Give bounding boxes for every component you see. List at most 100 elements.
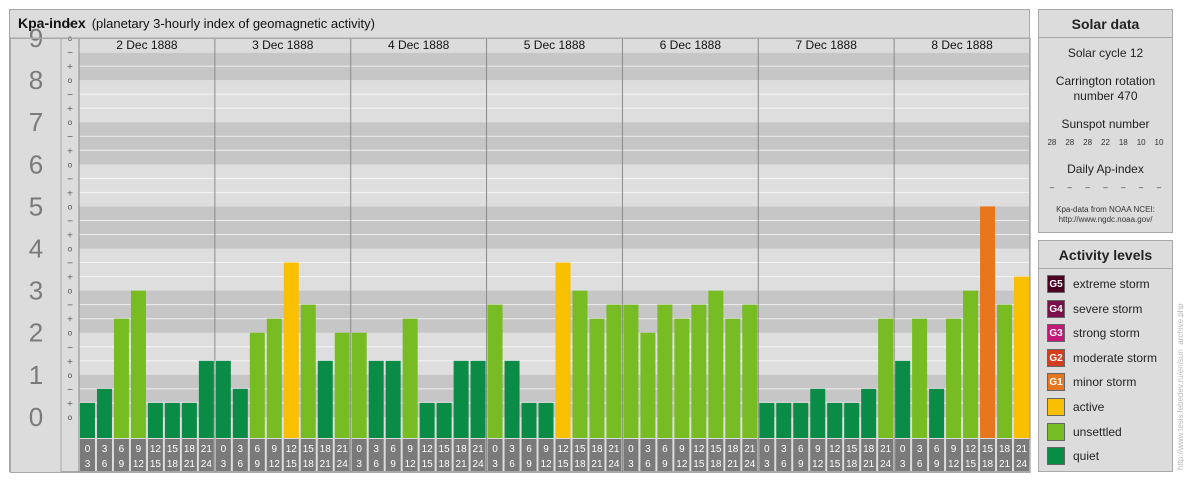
hour-label-start: 15	[846, 444, 858, 455]
hour-label-end: 6	[781, 459, 787, 470]
hour-label-start: 21	[1016, 444, 1028, 455]
hour-label-end: 18	[982, 459, 994, 470]
legend-item: unsettled	[1047, 422, 1122, 441]
legend-swatch: G3	[1047, 324, 1065, 343]
kp-bar	[623, 304, 639, 438]
hour-label-end: 3	[221, 459, 227, 470]
minor-label: −	[67, 90, 74, 99]
minor-label: −	[67, 385, 74, 394]
hour-label-end: 24	[1016, 459, 1028, 470]
hour-label-start: 21	[473, 444, 485, 455]
solar-data-title: Solar data	[1039, 10, 1172, 38]
hour-label-start: 6	[662, 444, 668, 455]
legend-swatch: G2	[1047, 348, 1065, 367]
kp-bar	[80, 402, 95, 438]
y-tick-label: 1	[29, 360, 43, 390]
kp-bar	[776, 402, 792, 438]
ap-value: –	[1156, 183, 1162, 192]
ap-index-values: – – – – – – –	[1043, 183, 1168, 192]
kp-bar	[283, 262, 299, 438]
legend-swatch: G5	[1047, 275, 1065, 293]
kp-bar	[606, 304, 622, 438]
kp-bar	[997, 304, 1013, 438]
kp-bar	[657, 304, 673, 438]
kp-bar	[181, 402, 197, 438]
kp-bar	[555, 262, 571, 438]
kp-bar	[198, 360, 214, 438]
legend-item: active	[1047, 398, 1104, 416]
hour-label-end: 15	[829, 459, 841, 470]
kp-bar	[912, 318, 928, 438]
minor-label: o	[68, 118, 73, 127]
kp-bar	[827, 402, 843, 438]
sunspot-value: 10	[1136, 138, 1146, 147]
hour-label-start: 21	[337, 444, 349, 455]
hour-label-end: 24	[880, 459, 892, 470]
kp-bar	[844, 402, 860, 438]
minor-label: +	[67, 399, 74, 408]
hour-label-end: 21	[320, 459, 332, 470]
hour-label-start: 6	[934, 444, 940, 455]
minor-label: o	[68, 76, 73, 85]
hour-label-end: 3	[628, 459, 634, 470]
hour-label-end: 6	[102, 459, 108, 470]
hour-label-start: 9	[679, 444, 685, 455]
chart-subtitle: (planetary 3-hourly index of geomagnetic…	[91, 16, 375, 31]
hour-label-start: 6	[255, 444, 261, 455]
hour-label-start: 0	[85, 444, 91, 455]
legend-swatch: G4	[1047, 299, 1065, 318]
kp-bar	[232, 388, 248, 438]
hour-label-start: 3	[645, 444, 651, 455]
hour-label-start: 12	[150, 444, 162, 455]
kp-bar	[742, 304, 758, 438]
kp-bar	[385, 360, 401, 438]
minor-label: +	[67, 188, 74, 197]
ap-value: –	[1085, 183, 1090, 192]
band-level-5	[79, 206, 1030, 249]
y-tick-label: 7	[29, 107, 43, 137]
y-tick-label: 0	[29, 402, 43, 432]
kp-bar	[351, 332, 367, 438]
hour-label-end: 12	[269, 459, 281, 470]
minor-label: o	[68, 160, 73, 169]
kp-bar	[895, 360, 911, 438]
minor-label: +	[67, 357, 74, 366]
kp-bar	[453, 360, 469, 438]
legend-swatch	[1047, 398, 1065, 416]
hour-label-end: 3	[356, 459, 362, 470]
kp-bar	[810, 388, 826, 438]
hour-label-start: 12	[965, 444, 977, 455]
hour-label-end: 21	[184, 459, 196, 470]
minor-label: o	[68, 202, 73, 211]
hour-label-start: 15	[710, 444, 722, 455]
kp-bar	[963, 290, 979, 438]
y-tick-label: 3	[29, 276, 43, 306]
kp-bar	[470, 360, 486, 438]
hour-label-end: 15	[286, 459, 298, 470]
hour-label-end: 9	[934, 459, 940, 470]
kp-bar	[402, 318, 418, 438]
hour-label-start: 0	[764, 444, 770, 455]
y-tick-label: 5	[29, 191, 43, 221]
solar-data-panel: Solar data Solar cycle 12 Carrington rot…	[1038, 9, 1173, 233]
kp-bar	[674, 318, 690, 438]
hour-label-start: 9	[815, 444, 821, 455]
hour-label-end: 18	[303, 459, 315, 470]
legend-label: severe storm	[1073, 301, 1143, 316]
minor-label: +	[67, 104, 74, 113]
kp-bar	[164, 402, 180, 438]
day-label: 7 Dec 1888	[796, 38, 858, 52]
hour-label-end: 18	[710, 459, 722, 470]
kpa-chart-panel: 0123456789o+−o+−o+−o+−o+−o+−o+−o+−o+−o+2…	[9, 9, 1031, 473]
hour-label-end: 9	[526, 459, 532, 470]
hour-label-end: 9	[662, 459, 668, 470]
hour-label-start: 9	[136, 444, 142, 455]
minor-label: o	[68, 245, 73, 254]
kp-bar	[759, 402, 775, 438]
watermark: http://www.tesis.lebedev.ru/en/sun_archi…	[1176, 303, 1184, 470]
hour-label-end: 9	[390, 459, 396, 470]
hour-label-start: 18	[184, 444, 196, 455]
hour-label-end: 21	[727, 459, 739, 470]
hour-label-end: 18	[167, 459, 179, 470]
hour-label-end: 18	[574, 459, 586, 470]
